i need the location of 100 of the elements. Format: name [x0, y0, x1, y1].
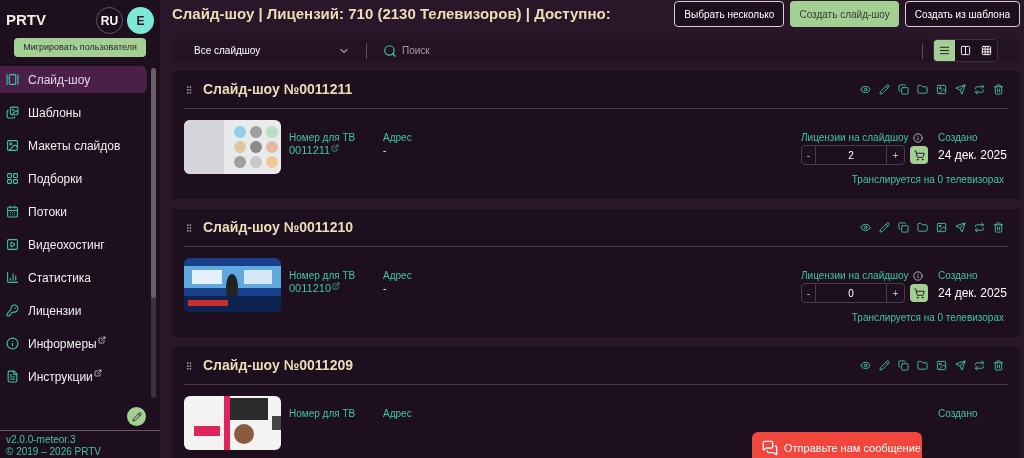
- create-button[interactable]: Создать слайд-шоу: [790, 1, 899, 27]
- sidebar-item[interactable]: Информеры: [0, 330, 147, 357]
- field-label: Лицензии на слайдшоу: [801, 131, 909, 144]
- field-label: Адрес: [383, 407, 412, 420]
- sidebar-item[interactable]: Видеохостинг: [0, 231, 147, 258]
- image-icon: [6, 139, 19, 152]
- view-toggle[interactable]: [934, 40, 955, 61]
- search-field[interactable]: Поиск: [383, 43, 502, 58]
- document-icon: [6, 370, 19, 383]
- view-toggle[interactable]: [976, 40, 997, 61]
- info-icon: [912, 132, 923, 143]
- slideshow-title: Слайд-шоу №0011210: [203, 218, 353, 237]
- eye-icon[interactable]: [860, 84, 871, 95]
- image-icon[interactable]: [936, 84, 947, 95]
- field-label: Адрес: [383, 131, 412, 144]
- trash-icon[interactable]: [993, 360, 1004, 371]
- broadcast-status: Транслируется на 0 телевизорах: [851, 311, 1004, 325]
- sidebar-item[interactable]: Статистика: [0, 264, 147, 291]
- field-label: Адрес: [383, 269, 412, 282]
- trash-icon[interactable]: [993, 222, 1004, 233]
- view-toggle[interactable]: [955, 40, 976, 61]
- quantity-stepper[interactable]: - 0 +: [801, 283, 905, 303]
- chat-icon: [762, 440, 778, 456]
- search-input[interactable]: Поиск: [402, 43, 502, 58]
- columns-icon: [960, 45, 971, 56]
- sidebar-item[interactable]: Потоки: [0, 198, 147, 225]
- send-icon[interactable]: [955, 84, 966, 95]
- repeat-icon[interactable]: [974, 360, 985, 371]
- quantity-field[interactable]: 2: [816, 146, 886, 164]
- cart-button[interactable]: [910, 284, 928, 302]
- tv-number-link[interactable]: 0011210: [289, 282, 331, 295]
- pencil-icon: [131, 411, 142, 422]
- field-label: Создано: [938, 407, 979, 420]
- drag-handle-icon[interactable]: [184, 221, 194, 234]
- slides-icon: [6, 73, 19, 86]
- field-label: Создано: [938, 131, 979, 144]
- send-icon[interactable]: [955, 222, 966, 233]
- tv-number-link[interactable]: 0011211: [289, 144, 331, 157]
- drag-handle-icon[interactable]: [184, 359, 194, 372]
- copy-icon[interactable]: [898, 84, 909, 95]
- address-value: -: [383, 144, 388, 157]
- folder-icon[interactable]: [917, 222, 928, 233]
- external-link-icon: [332, 282, 340, 290]
- info-icon: [912, 270, 923, 281]
- increment-button[interactable]: +: [886, 284, 904, 302]
- trash-icon[interactable]: [993, 84, 1004, 95]
- field-label: Номер для ТВ: [289, 131, 357, 144]
- created-date: 24 дек. 2025: [938, 285, 1008, 302]
- pencil-icon[interactable]: [879, 222, 890, 233]
- slideshow-title: Слайд-шоу №0011209: [203, 356, 353, 375]
- calendar-icon: [6, 205, 19, 218]
- pencil-icon[interactable]: [879, 84, 890, 95]
- version-text: v2.0.0-meteor.3: [6, 434, 77, 446]
- eye-icon[interactable]: [860, 360, 871, 371]
- folder-icon[interactable]: [917, 84, 928, 95]
- chat-button[interactable]: Отправьте нам сообщение: [752, 432, 922, 458]
- brand-logo: PRTV: [6, 10, 46, 31]
- increment-button[interactable]: +: [886, 146, 904, 164]
- sidebar-item[interactable]: Лицензии: [0, 297, 147, 324]
- field-label: Создано: [938, 269, 979, 282]
- broadcast-status: Транслируется на 0 телевизорах: [851, 173, 1004, 187]
- cart-icon: [913, 149, 925, 161]
- repeat-icon[interactable]: [974, 84, 985, 95]
- quantity-field[interactable]: 0: [816, 284, 886, 302]
- sidebar-item[interactable]: Шаблоны: [0, 99, 147, 126]
- info-icon: [6, 337, 19, 350]
- sidebar-item[interactable]: Инструкции: [0, 363, 147, 390]
- sidebar-item[interactable]: Макеты слайдов: [0, 132, 147, 159]
- repeat-icon[interactable]: [974, 222, 985, 233]
- image-icon[interactable]: [936, 360, 947, 371]
- video-icon: [6, 238, 19, 251]
- quantity-stepper[interactable]: - 2 +: [801, 145, 905, 165]
- sidebar-item[interactable]: Слайд-шоу: [0, 66, 147, 93]
- action-button[interactable]: Создать из шаблона: [904, 1, 1020, 27]
- copy-icon[interactable]: [898, 360, 909, 371]
- cart-button[interactable]: [910, 146, 928, 164]
- decrement-button[interactable]: -: [802, 146, 816, 164]
- migrate-user-button[interactable]: Мигрировать пользователя: [14, 38, 146, 57]
- drag-handle-icon[interactable]: [184, 83, 194, 96]
- edit-button[interactable]: [127, 407, 146, 426]
- folder-icon[interactable]: [917, 360, 928, 371]
- field-label: Номер для ТВ: [289, 269, 357, 282]
- pencil-icon[interactable]: [879, 360, 890, 371]
- list-icon: [939, 45, 950, 56]
- send-icon[interactable]: [955, 360, 966, 371]
- action-button[interactable]: Выбрать несколько: [674, 1, 785, 27]
- page-title: Слайд-шоу | Лицензий: 710 (2130 Телевизоров) | Доступно:: [172, 3, 611, 24]
- user-avatar[interactable]: E: [127, 7, 154, 34]
- address-value: -: [383, 282, 388, 295]
- grid-icon: [6, 172, 19, 185]
- created-date: 24 дек. 2025: [938, 147, 1008, 164]
- copyright-text: © 2019 – 2026 PRTV: [6, 446, 103, 458]
- template-icon: [6, 106, 19, 119]
- copy-icon[interactable]: [898, 222, 909, 233]
- slideshow-title: Слайд-шоу №0011211: [203, 80, 353, 99]
- eye-icon[interactable]: [860, 222, 871, 233]
- image-icon[interactable]: [936, 222, 947, 233]
- sidebar-item[interactable]: Подборки: [0, 165, 147, 192]
- decrement-button[interactable]: -: [802, 284, 816, 302]
- filter-dropdown[interactable]: Все слайдшоу: [194, 43, 350, 58]
